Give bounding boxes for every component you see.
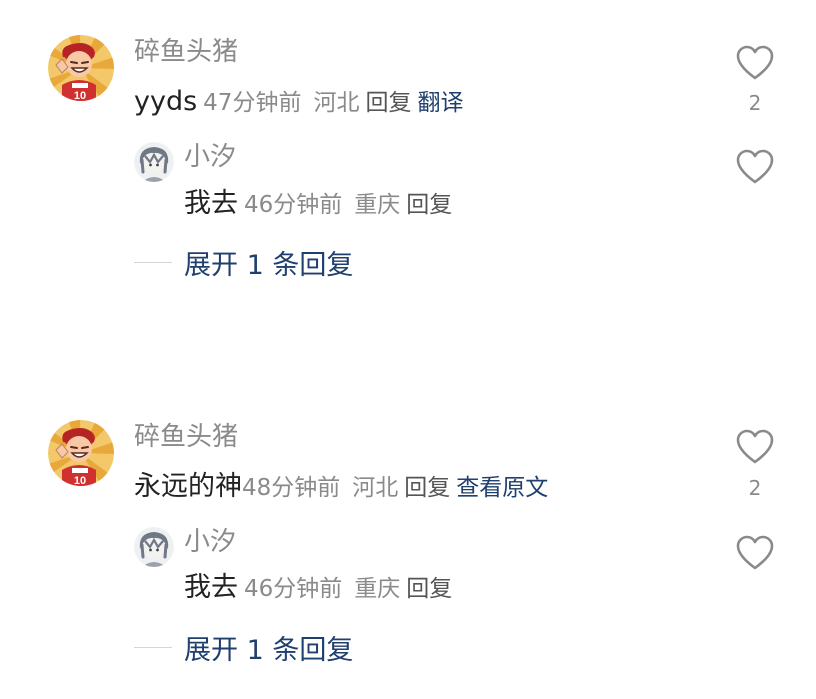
reply-button[interactable]: 回复 (406, 576, 452, 602)
like-button[interactable] (735, 428, 775, 466)
reply-text: 我去 (184, 572, 238, 603)
reply-body: 我去 46分钟前 重庆 回复 (184, 188, 452, 223)
commenter-avatar[interactable] (48, 420, 114, 486)
comment-text: yyds (134, 86, 198, 117)
commenter-username[interactable]: 碎鱼头猪 (134, 422, 238, 452)
commenter-username[interactable]: 碎鱼头猪 (134, 37, 238, 67)
reply-time: 46分钟前 (244, 192, 343, 218)
comment-time: 47分钟前 (203, 90, 302, 116)
like-button[interactable] (735, 44, 775, 82)
expand-divider (134, 646, 172, 648)
anime-character-avatar-icon (134, 142, 174, 182)
reply-button[interactable]: 回复 (404, 475, 450, 501)
commenter-avatar[interactable] (48, 35, 114, 101)
reply-like-button[interactable] (735, 148, 775, 186)
reply-button[interactable]: 回复 (365, 90, 411, 116)
reply-time: 46分钟前 (244, 576, 343, 602)
comment-time: 48分钟前 (242, 475, 341, 501)
heart-icon (735, 534, 775, 572)
comment-location: 河北 (313, 90, 360, 116)
like-count: 2 (748, 476, 762, 500)
expand-replies-button[interactable]: 展开 1 条回复 (134, 630, 354, 666)
view-original-button[interactable]: 查看原文 (456, 475, 548, 501)
comment-body: 永远的神48分钟前 河北 回复 查看原文 (134, 471, 548, 506)
reply-location: 重庆 (354, 192, 401, 218)
reply-like-button[interactable] (735, 534, 775, 572)
replier-avatar[interactable] (134, 527, 174, 567)
reply-location: 重庆 (354, 576, 401, 602)
cartoon-player-avatar-icon (48, 420, 114, 486)
anime-character-avatar-icon (134, 527, 174, 567)
reply-button[interactable]: 回复 (406, 192, 452, 218)
expand-divider (134, 261, 172, 263)
expand-replies-label: 展开 1 条回复 (184, 634, 354, 666)
like-count: 2 (748, 91, 762, 115)
comment-location: 河北 (352, 475, 399, 501)
reply-text: 我去 (184, 188, 238, 219)
translate-button[interactable]: 翻译 (417, 90, 463, 116)
replier-username[interactable]: 小汐 (184, 142, 236, 172)
comment-text: 永远的神 (134, 471, 242, 502)
heart-icon (735, 148, 775, 186)
heart-icon (735, 44, 775, 82)
expand-replies-button[interactable]: 展开 1 条回复 (134, 245, 354, 281)
heart-icon (735, 428, 775, 466)
cartoon-player-avatar-icon (48, 35, 114, 101)
replier-avatar[interactable] (134, 142, 174, 182)
replier-username[interactable]: 小汐 (184, 527, 236, 557)
expand-replies-label: 展开 1 条回复 (184, 249, 354, 281)
reply-body: 我去 46分钟前 重庆 回复 (184, 572, 452, 607)
comment-body: yyds 47分钟前 河北 回复 翻译 (134, 86, 463, 121)
